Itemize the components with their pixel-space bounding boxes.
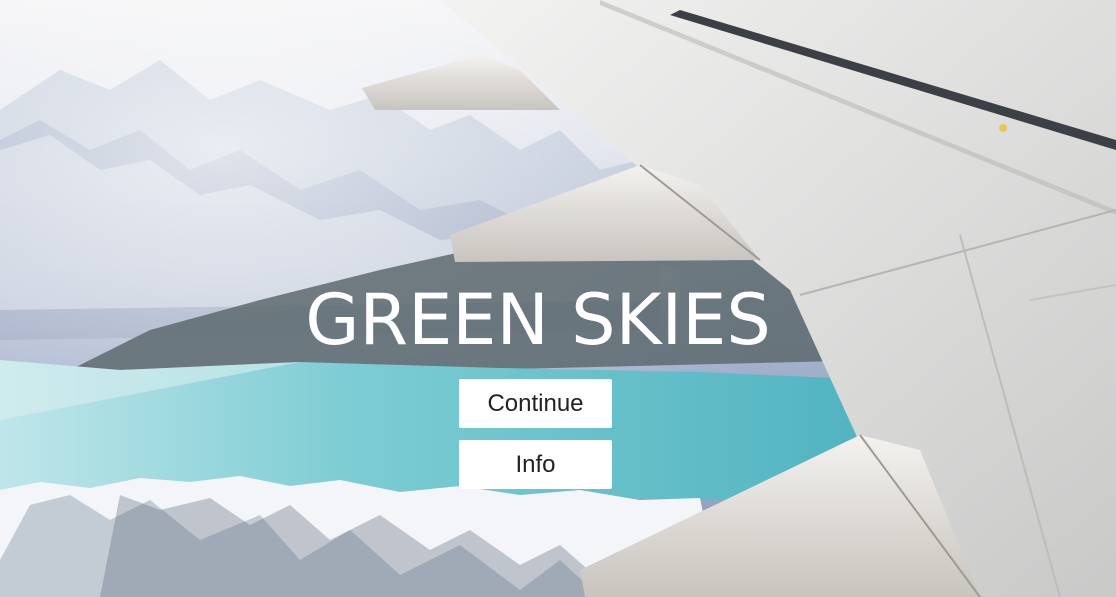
title-screen: GREEN SKIES Continue Info (0, 0, 1116, 597)
info-button[interactable]: Info (459, 440, 612, 489)
app-title: GREEN SKIES (305, 279, 771, 361)
continue-button[interactable]: Continue (459, 379, 612, 428)
